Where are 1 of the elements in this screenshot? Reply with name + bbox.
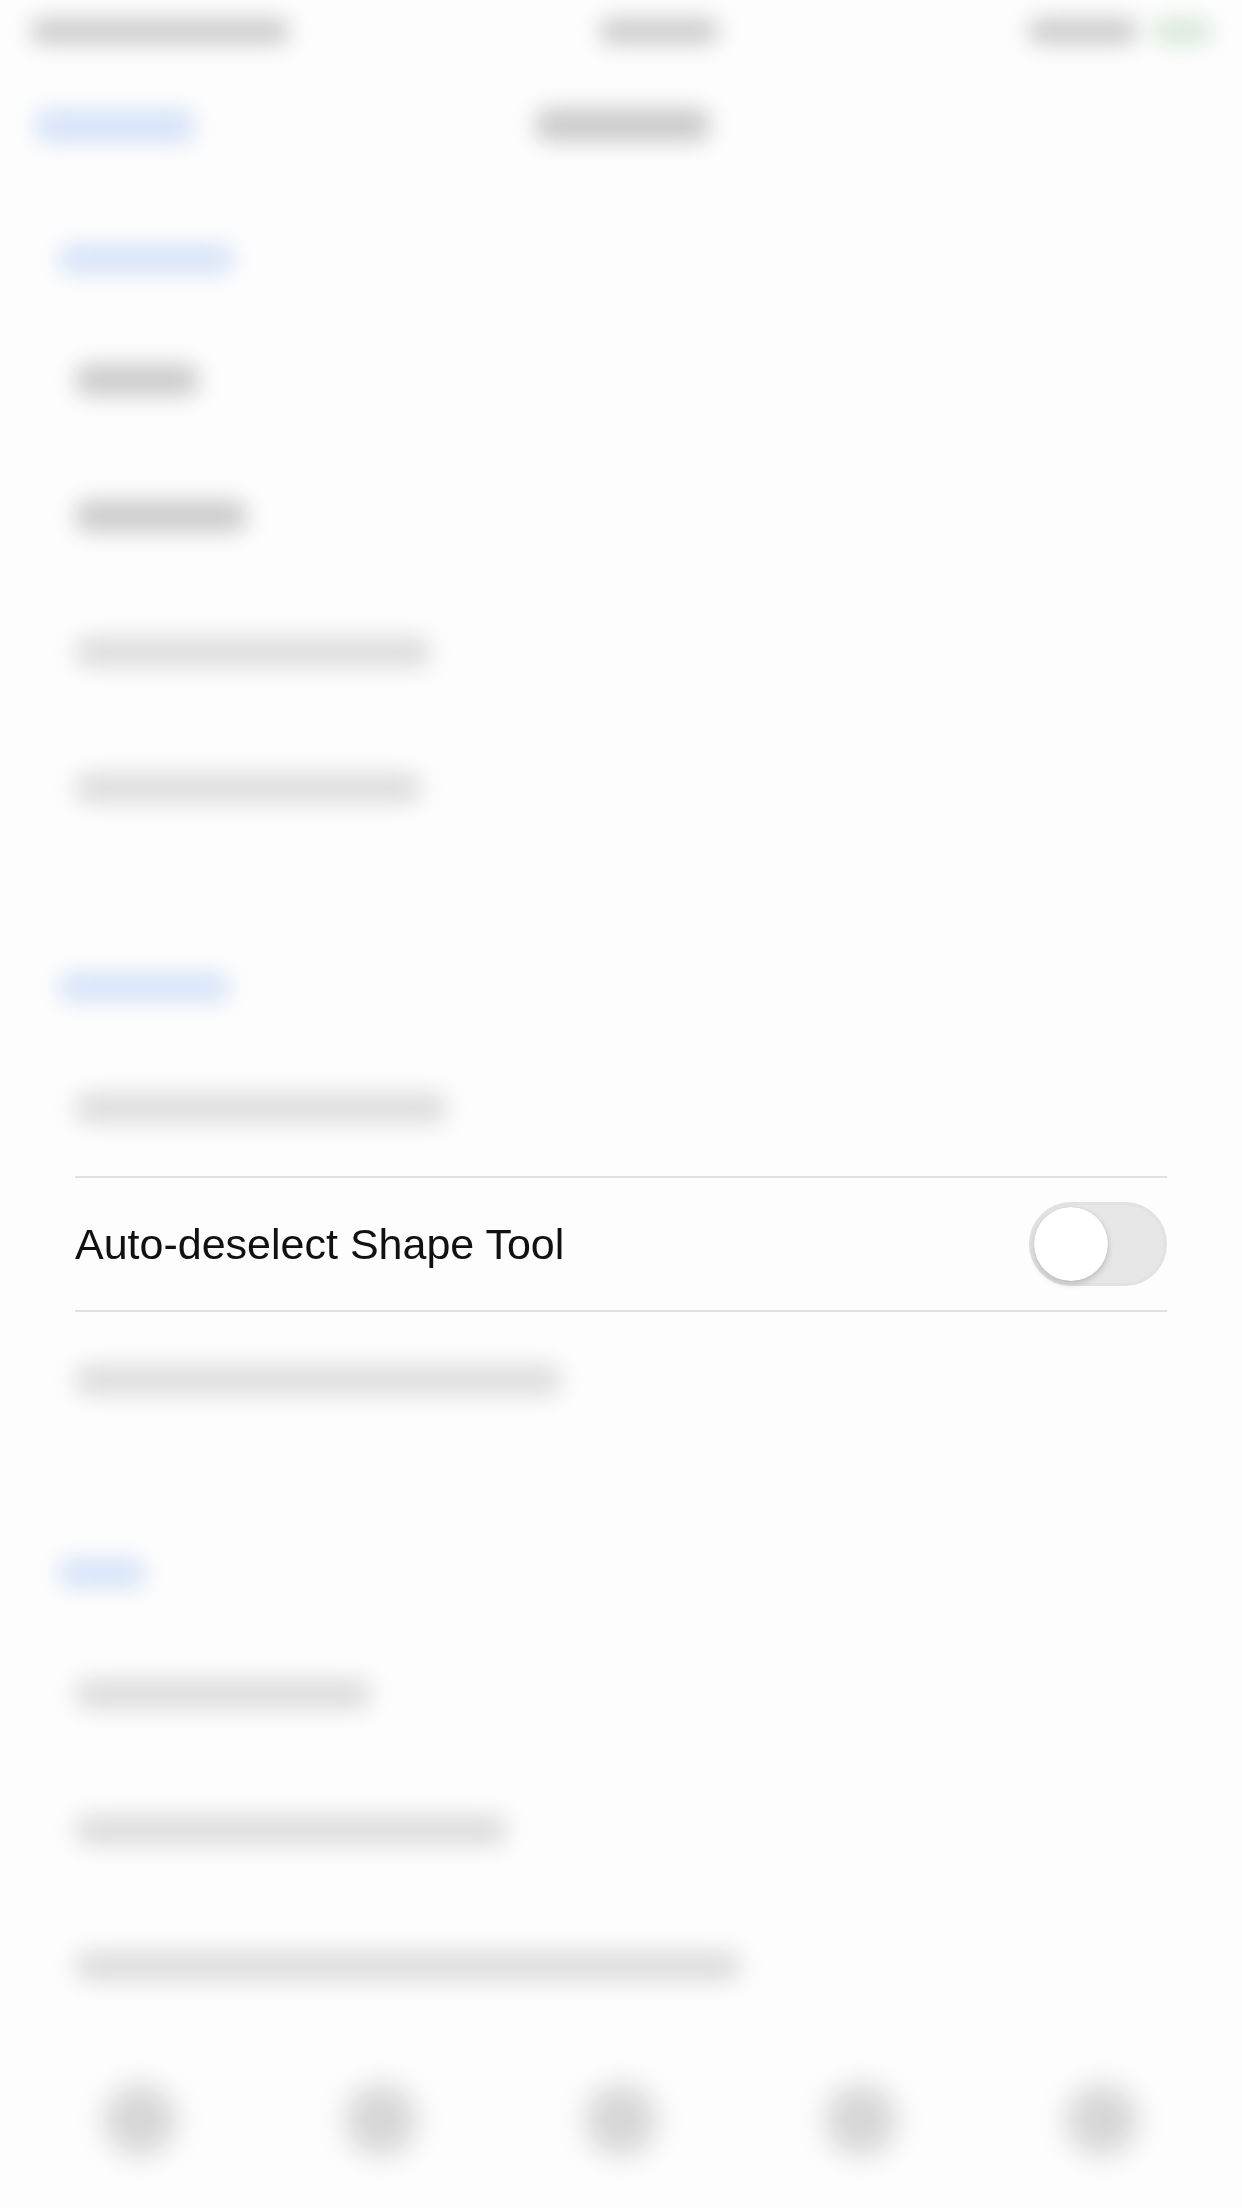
setting-label: Auto-deselect Shape Tool xyxy=(75,1219,565,1269)
